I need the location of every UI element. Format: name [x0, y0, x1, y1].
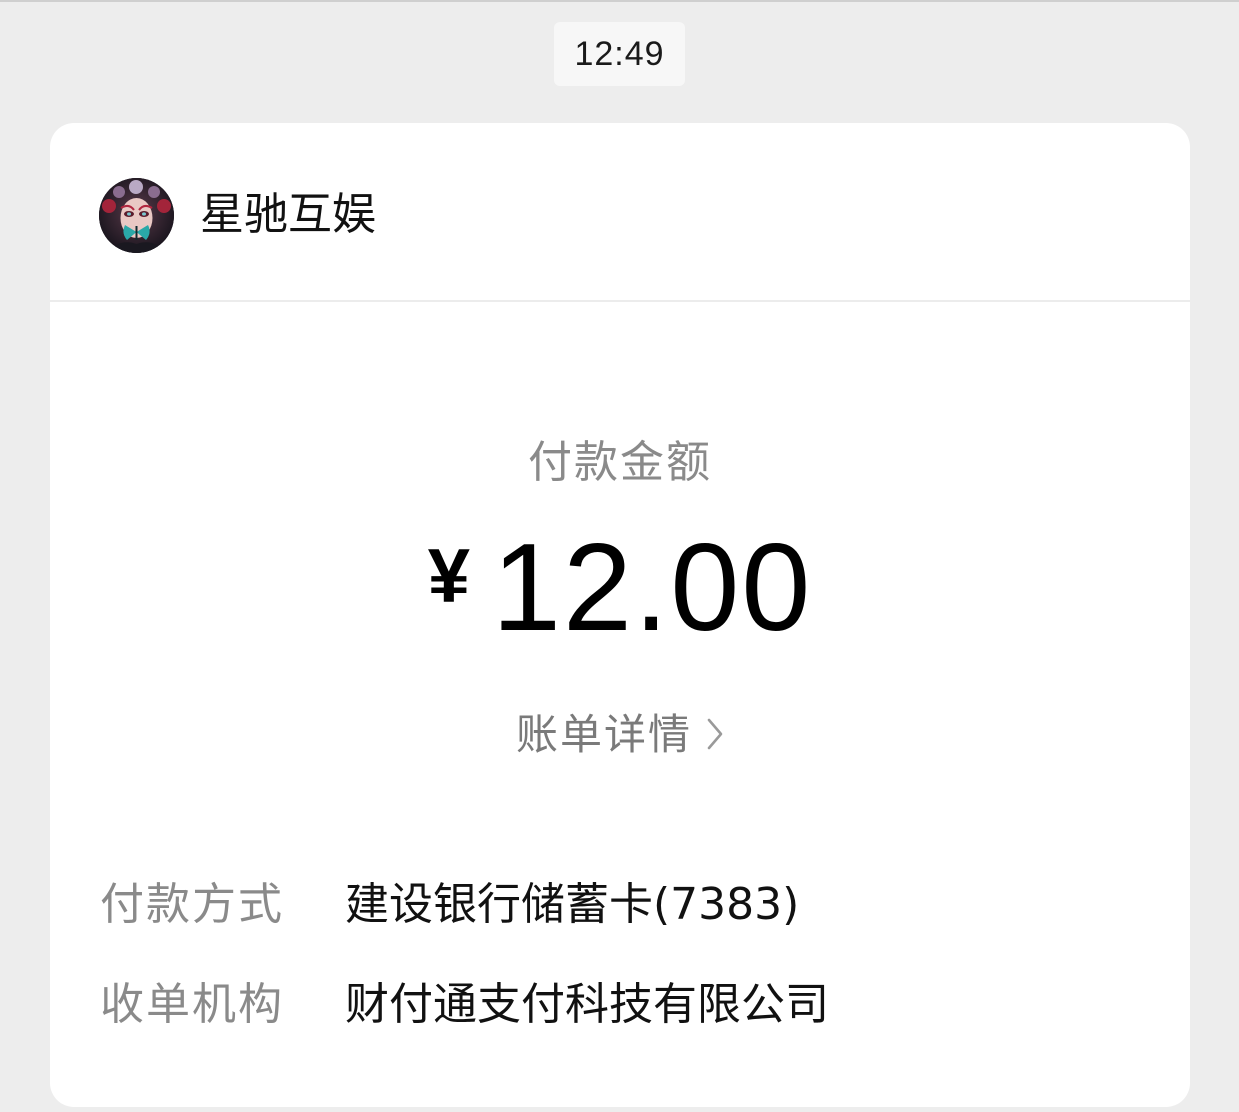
- currency-symbol: ¥: [427, 534, 470, 619]
- amount-label: 付款金额: [528, 437, 712, 488]
- payment-amount: ¥ 12.00: [50, 523, 1190, 653]
- acquirer-value: 财付通支付科技有限公司: [345, 979, 829, 1030]
- avatar-portrait-image: [99, 178, 174, 253]
- chevron-right-icon: [706, 707, 724, 767]
- message-timestamp: 12:49: [554, 22, 685, 86]
- payment-method-row: 付款方式 建设银行储蓄卡(7383): [100, 875, 799, 935]
- payment-method-label: 付款方式: [100, 879, 284, 930]
- bill-details-label: 账单详情: [515, 710, 692, 759]
- acquirer-label: 收单机构: [100, 979, 284, 1030]
- receipt-header: 星驰互娱: [50, 123, 1190, 302]
- merchant-name: 星驰互娱: [200, 189, 376, 240]
- chat-screen: 12:49 星驰互娱 付款金额 ¥ 12.00 账单详情 付款方式 建设银行储蓄…: [0, 0, 1239, 1112]
- merchant-avatar[interactable]: [99, 178, 174, 253]
- amount-value: 12.00: [491, 519, 813, 657]
- payment-method-value: 建设银行储蓄卡(7383): [345, 879, 800, 930]
- payment-receipt-card[interactable]: 星驰互娱 付款金额 ¥ 12.00 账单详情 付款方式 建设银行储蓄卡(7383…: [50, 123, 1190, 1107]
- acquirer-row: 收单机构 财付通支付科技有限公司: [100, 975, 829, 1035]
- bill-details-link[interactable]: 账单详情: [50, 703, 1190, 767]
- timestamp-text: 12:49: [574, 34, 665, 73]
